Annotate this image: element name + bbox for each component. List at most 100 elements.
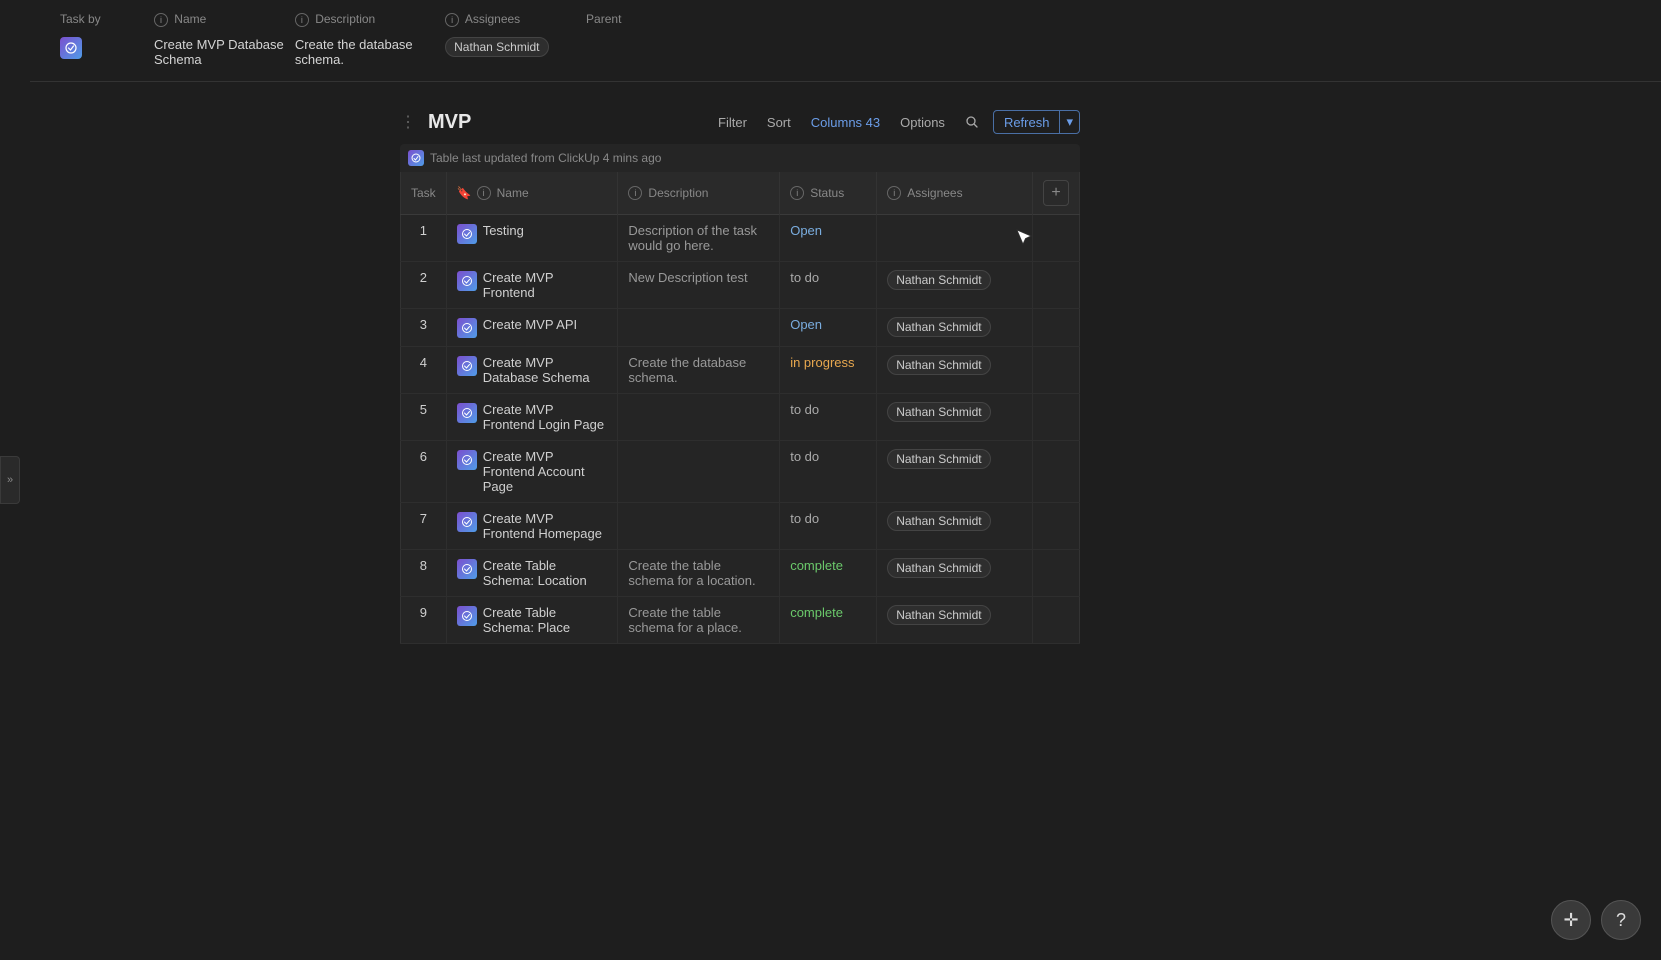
- row-status-cell: to do: [780, 441, 877, 503]
- row-assignee-cell: Nathan Schmidt: [877, 262, 1033, 309]
- th-name: 🔖 i Name: [446, 172, 618, 215]
- row-description-cell: [618, 503, 780, 550]
- task-name-text: Create Table Schema: Place: [483, 605, 608, 635]
- row-add-cell: [1032, 215, 1079, 262]
- add-fab-button[interactable]: ✛: [1551, 900, 1591, 940]
- task-name-text: Create MVP Frontend Login Page: [483, 402, 608, 432]
- th-description: i Description: [618, 172, 780, 215]
- row-assignee-cell: Nathan Schmidt: [877, 597, 1033, 644]
- help-icon: ?: [1616, 910, 1626, 931]
- name-info-icon: i: [154, 13, 168, 27]
- update-info-bar: Table last updated from ClickUp 4 mins a…: [400, 144, 1080, 172]
- row-assignee-cell: Nathan Schmidt: [877, 550, 1033, 597]
- add-column-button[interactable]: +: [1043, 180, 1069, 206]
- row-add-cell: [1032, 347, 1079, 394]
- task-icon: [457, 224, 477, 244]
- refresh-group: Refresh ▾: [993, 110, 1080, 134]
- th-status-label: Status: [810, 186, 844, 200]
- row-status-cell: complete: [780, 550, 877, 597]
- filter-button[interactable]: Filter: [712, 112, 753, 133]
- help-fab-button[interactable]: ?: [1601, 900, 1641, 940]
- row-number: 4: [401, 347, 447, 394]
- mvp-menu-icon[interactable]: ⋮: [400, 112, 416, 132]
- assignee-badge: Nathan Schmidt: [887, 511, 990, 531]
- table-row[interactable]: 8 Create Table Schema: Location Create t…: [401, 550, 1080, 597]
- row-name-cell: Create Table Schema: Place: [446, 597, 618, 644]
- status-col-info-icon: i: [790, 186, 804, 200]
- top-table-header: Task by i Name i Description i Assignees…: [60, 12, 680, 33]
- task-name-text: Create MVP API: [483, 317, 577, 332]
- row-description-cell: Description of the task would go here.: [618, 215, 780, 262]
- search-icon-button[interactable]: [959, 112, 985, 132]
- top-row-description: Create the database schema.: [295, 37, 445, 67]
- th-desc-label: Description: [648, 186, 708, 200]
- row-description-cell: Create the database schema.: [618, 347, 780, 394]
- row-status-cell: to do: [780, 394, 877, 441]
- refresh-dropdown-button[interactable]: ▾: [1059, 111, 1079, 133]
- col-header-name: i Name: [154, 12, 295, 27]
- assignees-info-icon: i: [445, 13, 459, 27]
- top-section: Task by i Name i Description i Assignees…: [30, 0, 1661, 82]
- row-name-cell: Create MVP Frontend Login Page: [446, 394, 618, 441]
- th-task: Task: [401, 172, 447, 215]
- row-status-cell: complete: [780, 597, 877, 644]
- refresh-button[interactable]: Refresh: [994, 112, 1060, 133]
- top-task-icon: [60, 37, 82, 59]
- assignee-badge: Nathan Schmidt: [887, 605, 990, 625]
- row-number: 2: [401, 262, 447, 309]
- row-add-cell: [1032, 394, 1079, 441]
- assignee-badge: Nathan Schmidt: [887, 270, 990, 290]
- options-button[interactable]: Options: [894, 112, 951, 133]
- table-row[interactable]: 7 Create MVP Frontend Homepage to doNath…: [401, 503, 1080, 550]
- row-number: 6: [401, 441, 447, 503]
- row-assignee-cell: Nathan Schmidt: [877, 394, 1033, 441]
- table-row[interactable]: 5 Create MVP Frontend Login Page to do Na…: [401, 394, 1080, 441]
- plus-icon: ✛: [1563, 910, 1578, 931]
- th-assignees: i Assignees: [877, 172, 1033, 215]
- table-row[interactable]: 2 Create MVP Frontend New Description te…: [401, 262, 1080, 309]
- clickup-icon: [408, 150, 424, 166]
- task-name-text: Create Table Schema: Location: [483, 558, 608, 588]
- row-number: 7: [401, 503, 447, 550]
- main-content: Task by i Name i Description i Assignees…: [30, 0, 1661, 960]
- row-assignee-cell: Nathan Schmidt: [877, 441, 1033, 503]
- assignee-badge: Nathan Schmidt: [887, 355, 990, 375]
- mvp-section: ⋮ MVP Filter Sort Columns 43 Options Ref…: [400, 110, 1080, 644]
- assignee-badge: Nathan Schmidt: [887, 402, 990, 422]
- row-number: 5: [401, 394, 447, 441]
- row-status-cell: Open: [780, 215, 877, 262]
- task-by-label: Task by: [60, 12, 154, 27]
- task-icon: [457, 271, 477, 291]
- task-name-text: Create MVP Database Schema: [483, 355, 608, 385]
- th-add-column[interactable]: +: [1032, 172, 1079, 215]
- sort-button[interactable]: Sort: [761, 112, 797, 133]
- row-add-cell: [1032, 309, 1079, 347]
- row-number: 3: [401, 309, 447, 347]
- row-add-cell: [1032, 503, 1079, 550]
- task-icon: [457, 606, 477, 626]
- table-row[interactable]: 4 Create MVP Database Schema Create the …: [401, 347, 1080, 394]
- row-status-cell: to do: [780, 503, 877, 550]
- columns-button[interactable]: Columns 43: [805, 112, 886, 133]
- table-row[interactable]: 1 Testing Description of the task would …: [401, 215, 1080, 262]
- assignees-col-info-icon: i: [887, 186, 901, 200]
- chevron-down-icon: ▾: [1066, 114, 1073, 129]
- name-col-info-icon: i: [477, 186, 491, 200]
- row-add-cell: [1032, 262, 1079, 309]
- row-number: 9: [401, 597, 447, 644]
- sidebar-toggle-button[interactable]: »: [0, 456, 20, 504]
- col-header-assignees: i Assignees: [445, 12, 586, 27]
- table-row[interactable]: 6 Create MVP Frontend Account Page to do…: [401, 441, 1080, 503]
- row-description-cell: Create the table schema for a place.: [618, 597, 780, 644]
- update-info-text: Table last updated from ClickUp 4 mins a…: [430, 151, 661, 165]
- th-name-label: Name: [497, 186, 529, 200]
- table-row[interactable]: 3 Create MVP API OpenNathan Schmidt: [401, 309, 1080, 347]
- row-status-cell: Open: [780, 309, 877, 347]
- table-row[interactable]: 9 Create Table Schema: Place Create the …: [401, 597, 1080, 644]
- table-body: 1 Testing Description of the task would …: [401, 215, 1080, 644]
- task-name-text: Create MVP Frontend: [483, 270, 608, 300]
- col-header-parent: Parent: [586, 12, 680, 27]
- bookmark-icon: 🔖: [457, 186, 472, 200]
- row-assignee-cell: Nathan Schmidt: [877, 503, 1033, 550]
- row-name-cell: Create MVP Database Schema: [446, 347, 618, 394]
